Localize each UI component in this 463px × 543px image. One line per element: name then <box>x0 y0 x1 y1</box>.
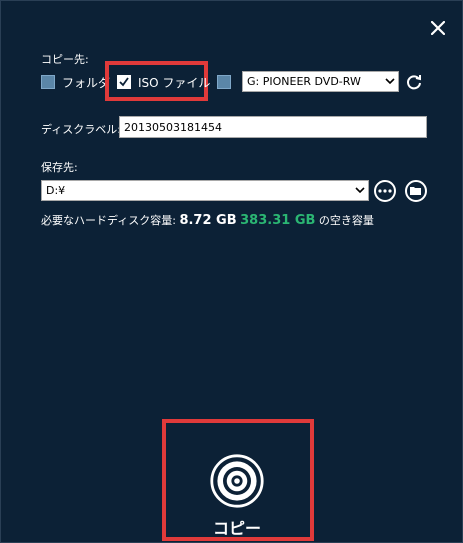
iso-file-label: ISO ファイル <box>138 76 211 90</box>
drive-select[interactable]: G: PIONEER DVD-RW <box>242 71 399 92</box>
save-path-select[interactable]: D:¥ <box>41 180 369 201</box>
folder-icon <box>410 187 421 195</box>
folder-checkbox[interactable] <box>41 75 55 89</box>
open-folder-button[interactable] <box>405 180 427 202</box>
chevron-down-icon <box>352 187 368 194</box>
refresh-icon <box>407 75 421 90</box>
disk-space-suffix: の空き容量 <box>318 214 374 227</box>
disk-space-info: 必要なハードディスク容量: 8.72 GB 383.31 GB の空き容量 <box>41 212 374 228</box>
drive-select-value: G: PIONEER DVD-RW <box>247 75 361 88</box>
folder-label: フォルダ <box>62 76 111 90</box>
refresh-button[interactable] <box>405 73 423 91</box>
drive-checkbox[interactable] <box>217 75 231 89</box>
chevron-down-icon <box>382 78 398 85</box>
close-button[interactable] <box>427 17 449 39</box>
disc-icon <box>210 454 264 508</box>
copy-button[interactable]: コピー <box>162 419 312 539</box>
iso-file-checkbox[interactable] <box>117 75 131 89</box>
disc-label-input[interactable]: 20130503181454 <box>119 116 427 138</box>
save-path-value: D:¥ <box>46 184 66 197</box>
disc-label-heading: ディスクラベル: <box>41 123 121 136</box>
more-icon <box>378 189 392 193</box>
disk-space-prefix: 必要なハードディスク容量: <box>41 214 176 227</box>
copy-button-label: コピー <box>212 519 261 538</box>
close-icon <box>431 21 445 35</box>
browse-more-button[interactable] <box>374 180 396 202</box>
free-space: 383.31 GB <box>240 213 316 228</box>
required-space: 8.72 GB <box>179 213 237 228</box>
copy-dialog: コピー先: フォルダ ISO ファイル G: PIONEER DVD-RW ディ… <box>0 0 463 543</box>
checkmark-icon <box>119 77 129 87</box>
copy-destination-heading: コピー先: <box>41 53 89 66</box>
save-to-heading: 保存先: <box>41 161 78 174</box>
